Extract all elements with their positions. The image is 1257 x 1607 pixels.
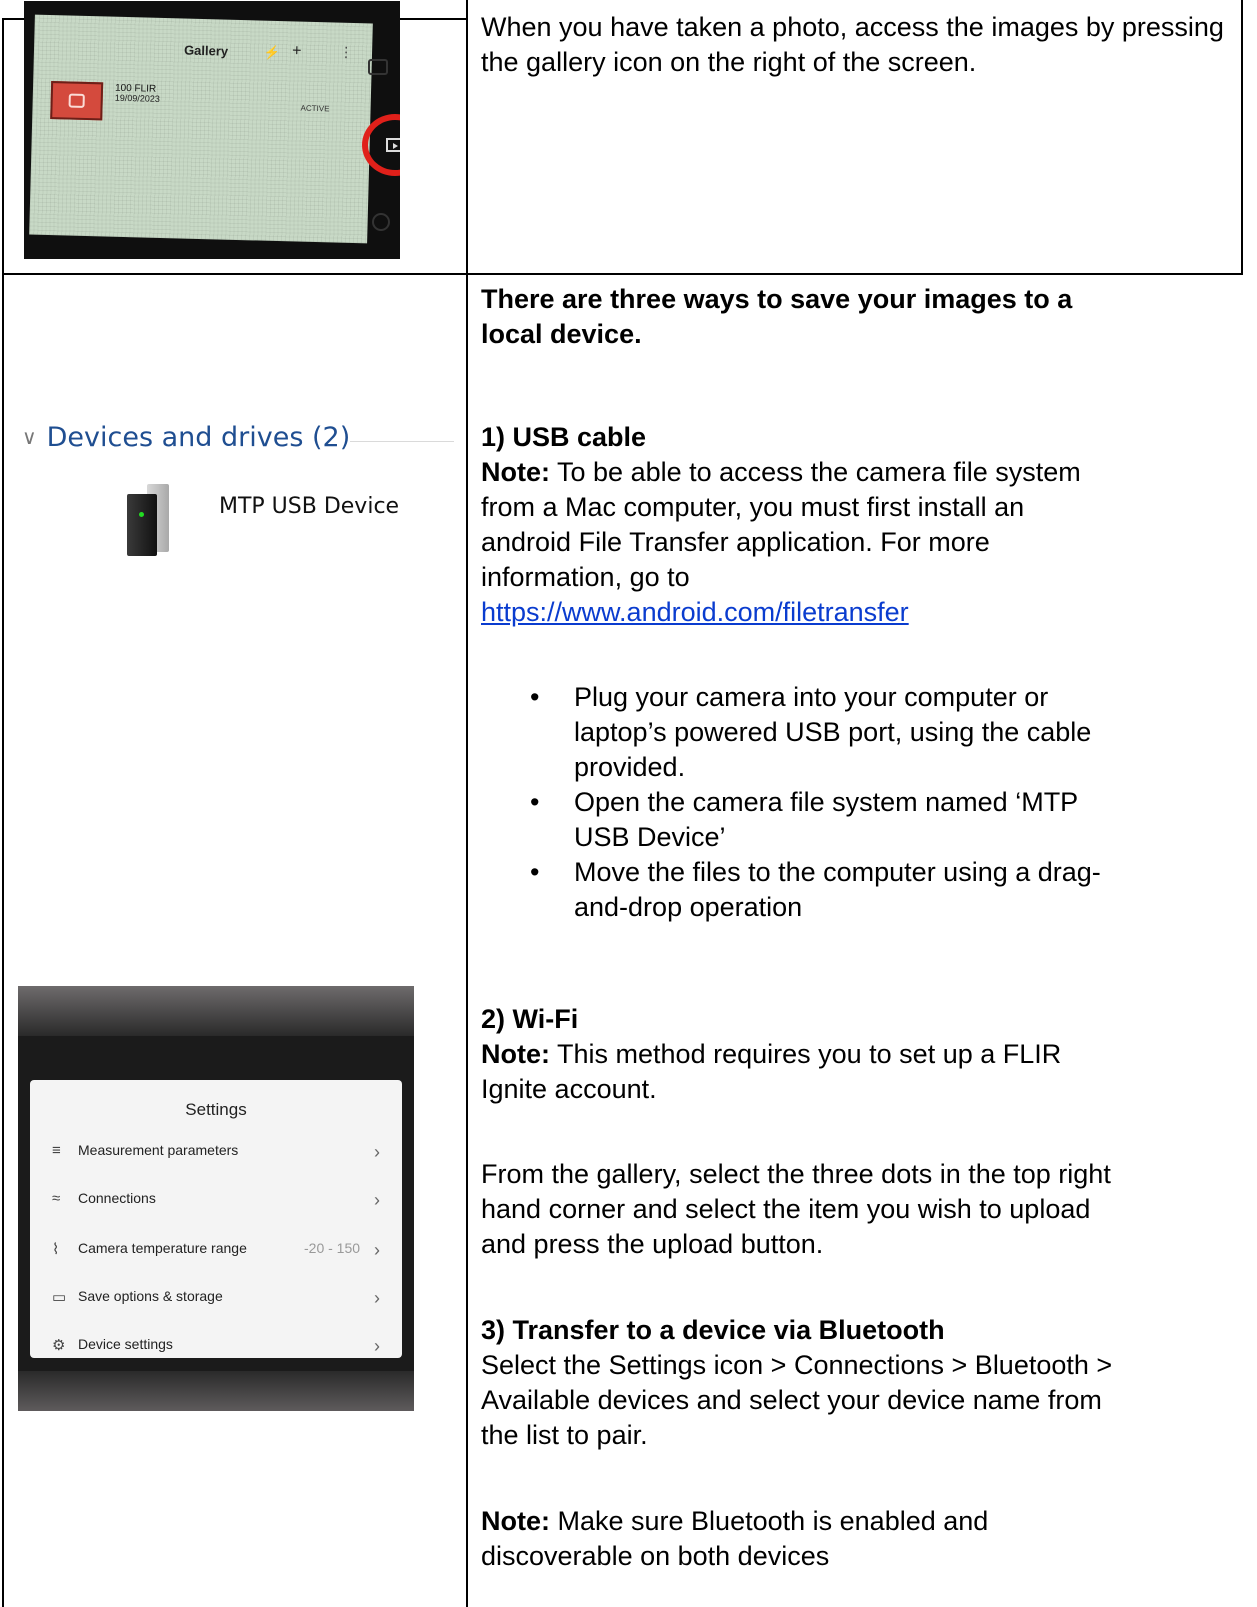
bluetooth-heading: 3) Transfer to a device via Bluetooth: [481, 1315, 945, 1345]
sliders-icon: ≡: [52, 1142, 61, 1159]
gear-icon: [372, 213, 390, 231]
chevron-right-icon: ›: [374, 1190, 380, 1210]
settings-screen: Settings ≡ Measurement parameters › ≈ Co…: [30, 1080, 402, 1358]
gallery-screen: Gallery ⚡ + ⋮ 100 FLIR 19/09/2023 ACTIVE: [29, 14, 373, 244]
list-item: Plug your camera into your computer or l…: [520, 680, 1220, 785]
settings-title: Settings: [185, 1100, 247, 1119]
settings-screen-photo: Settings ≡ Measurement parameters › ≈ Co…: [18, 986, 414, 1411]
chevron-right-icon: ›: [374, 1240, 380, 1260]
main-heading: There are three ways to save your images…: [481, 284, 1073, 349]
camera-icon: [368, 59, 388, 75]
usb-note: Note: To be able to access the camera fi…: [481, 457, 1081, 487]
gallery-title: Gallery: [183, 42, 229, 59]
plus-icon: +: [291, 42, 302, 60]
thermometer-icon: ⌇: [52, 1241, 60, 1258]
wifi-heading: 2) Wi-Fi: [481, 1004, 579, 1034]
usb-heading: 1) USB cable: [481, 422, 647, 452]
image-icon: [68, 93, 85, 108]
settings-row-measurement: ≡ Measurement parameters ›: [52, 1142, 380, 1162]
folder-date: 19/09/2023: [114, 92, 160, 104]
usb-steps-list: Plug your camera into your computer or l…: [520, 680, 1220, 925]
drive-label[interactable]: MTP USB Device: [219, 494, 399, 519]
settings-row-connections: ≈ Connections ›: [52, 1190, 380, 1210]
list-item: Move the files to the computer using a d…: [520, 855, 1220, 925]
folder-status: ACTIVE: [300, 103, 330, 114]
settings-row-temperature: ⌇ Camera temperature range -20 - 150 ›: [52, 1240, 380, 1260]
devices-and-drives-heading[interactable]: ∨ Devices and drives (2): [22, 422, 350, 453]
gear-icon: ⚙: [52, 1337, 66, 1354]
list-item: Open the camera file system named ‘MTP U…: [520, 785, 1220, 855]
table-border-left: [2, 18, 4, 1607]
wifi-section: 2) Wi-Fi Note: This method requires you …: [481, 1002, 1241, 1107]
usb-section: 1) USB cable Note: To be able to access …: [481, 420, 1241, 630]
flash-icon: ⚡: [263, 44, 281, 61]
bluetooth-note: Note: Make sure Bluetooth is enabled and…: [481, 1506, 989, 1571]
chevron-down-icon: ∨: [22, 425, 37, 449]
chevron-right-icon: ›: [374, 1288, 380, 1308]
table-border-middle: [466, 0, 468, 1607]
usb-drive-icon[interactable]: [127, 484, 169, 556]
settings-row-save-options: ▭ Save options & storage ›: [52, 1288, 380, 1308]
gallery-screen-photo: Gallery ⚡ + ⋮ 100 FLIR 19/09/2023 ACTIVE: [24, 1, 400, 259]
folder-thumbnail: [50, 81, 104, 121]
bluetooth-section: 3) Transfer to a device via Bluetooth Se…: [481, 1313, 1241, 1453]
chevron-right-icon: ›: [374, 1336, 380, 1356]
chevron-right-icon: ›: [374, 1142, 380, 1162]
table-row-divider: [2, 273, 1243, 275]
wifi-instructions: From the gallery, select the three dots …: [481, 1159, 1111, 1259]
more-dots-icon: ⋮: [338, 43, 354, 60]
settings-row-device: ⚙ Device settings ›: [52, 1336, 380, 1356]
folder-icon: ▭: [52, 1289, 67, 1306]
gallery-instructions: When you have taken a photo, access the …: [481, 12, 1224, 77]
table-border-right: [1241, 0, 1243, 275]
wifi-note: Note: This method requires you to set up…: [481, 1039, 1062, 1069]
section-divider: [350, 441, 454, 442]
file-transfer-link[interactable]: https://www.android.com/filetransfer: [481, 597, 909, 627]
wifi-icon: ≈: [52, 1190, 61, 1207]
